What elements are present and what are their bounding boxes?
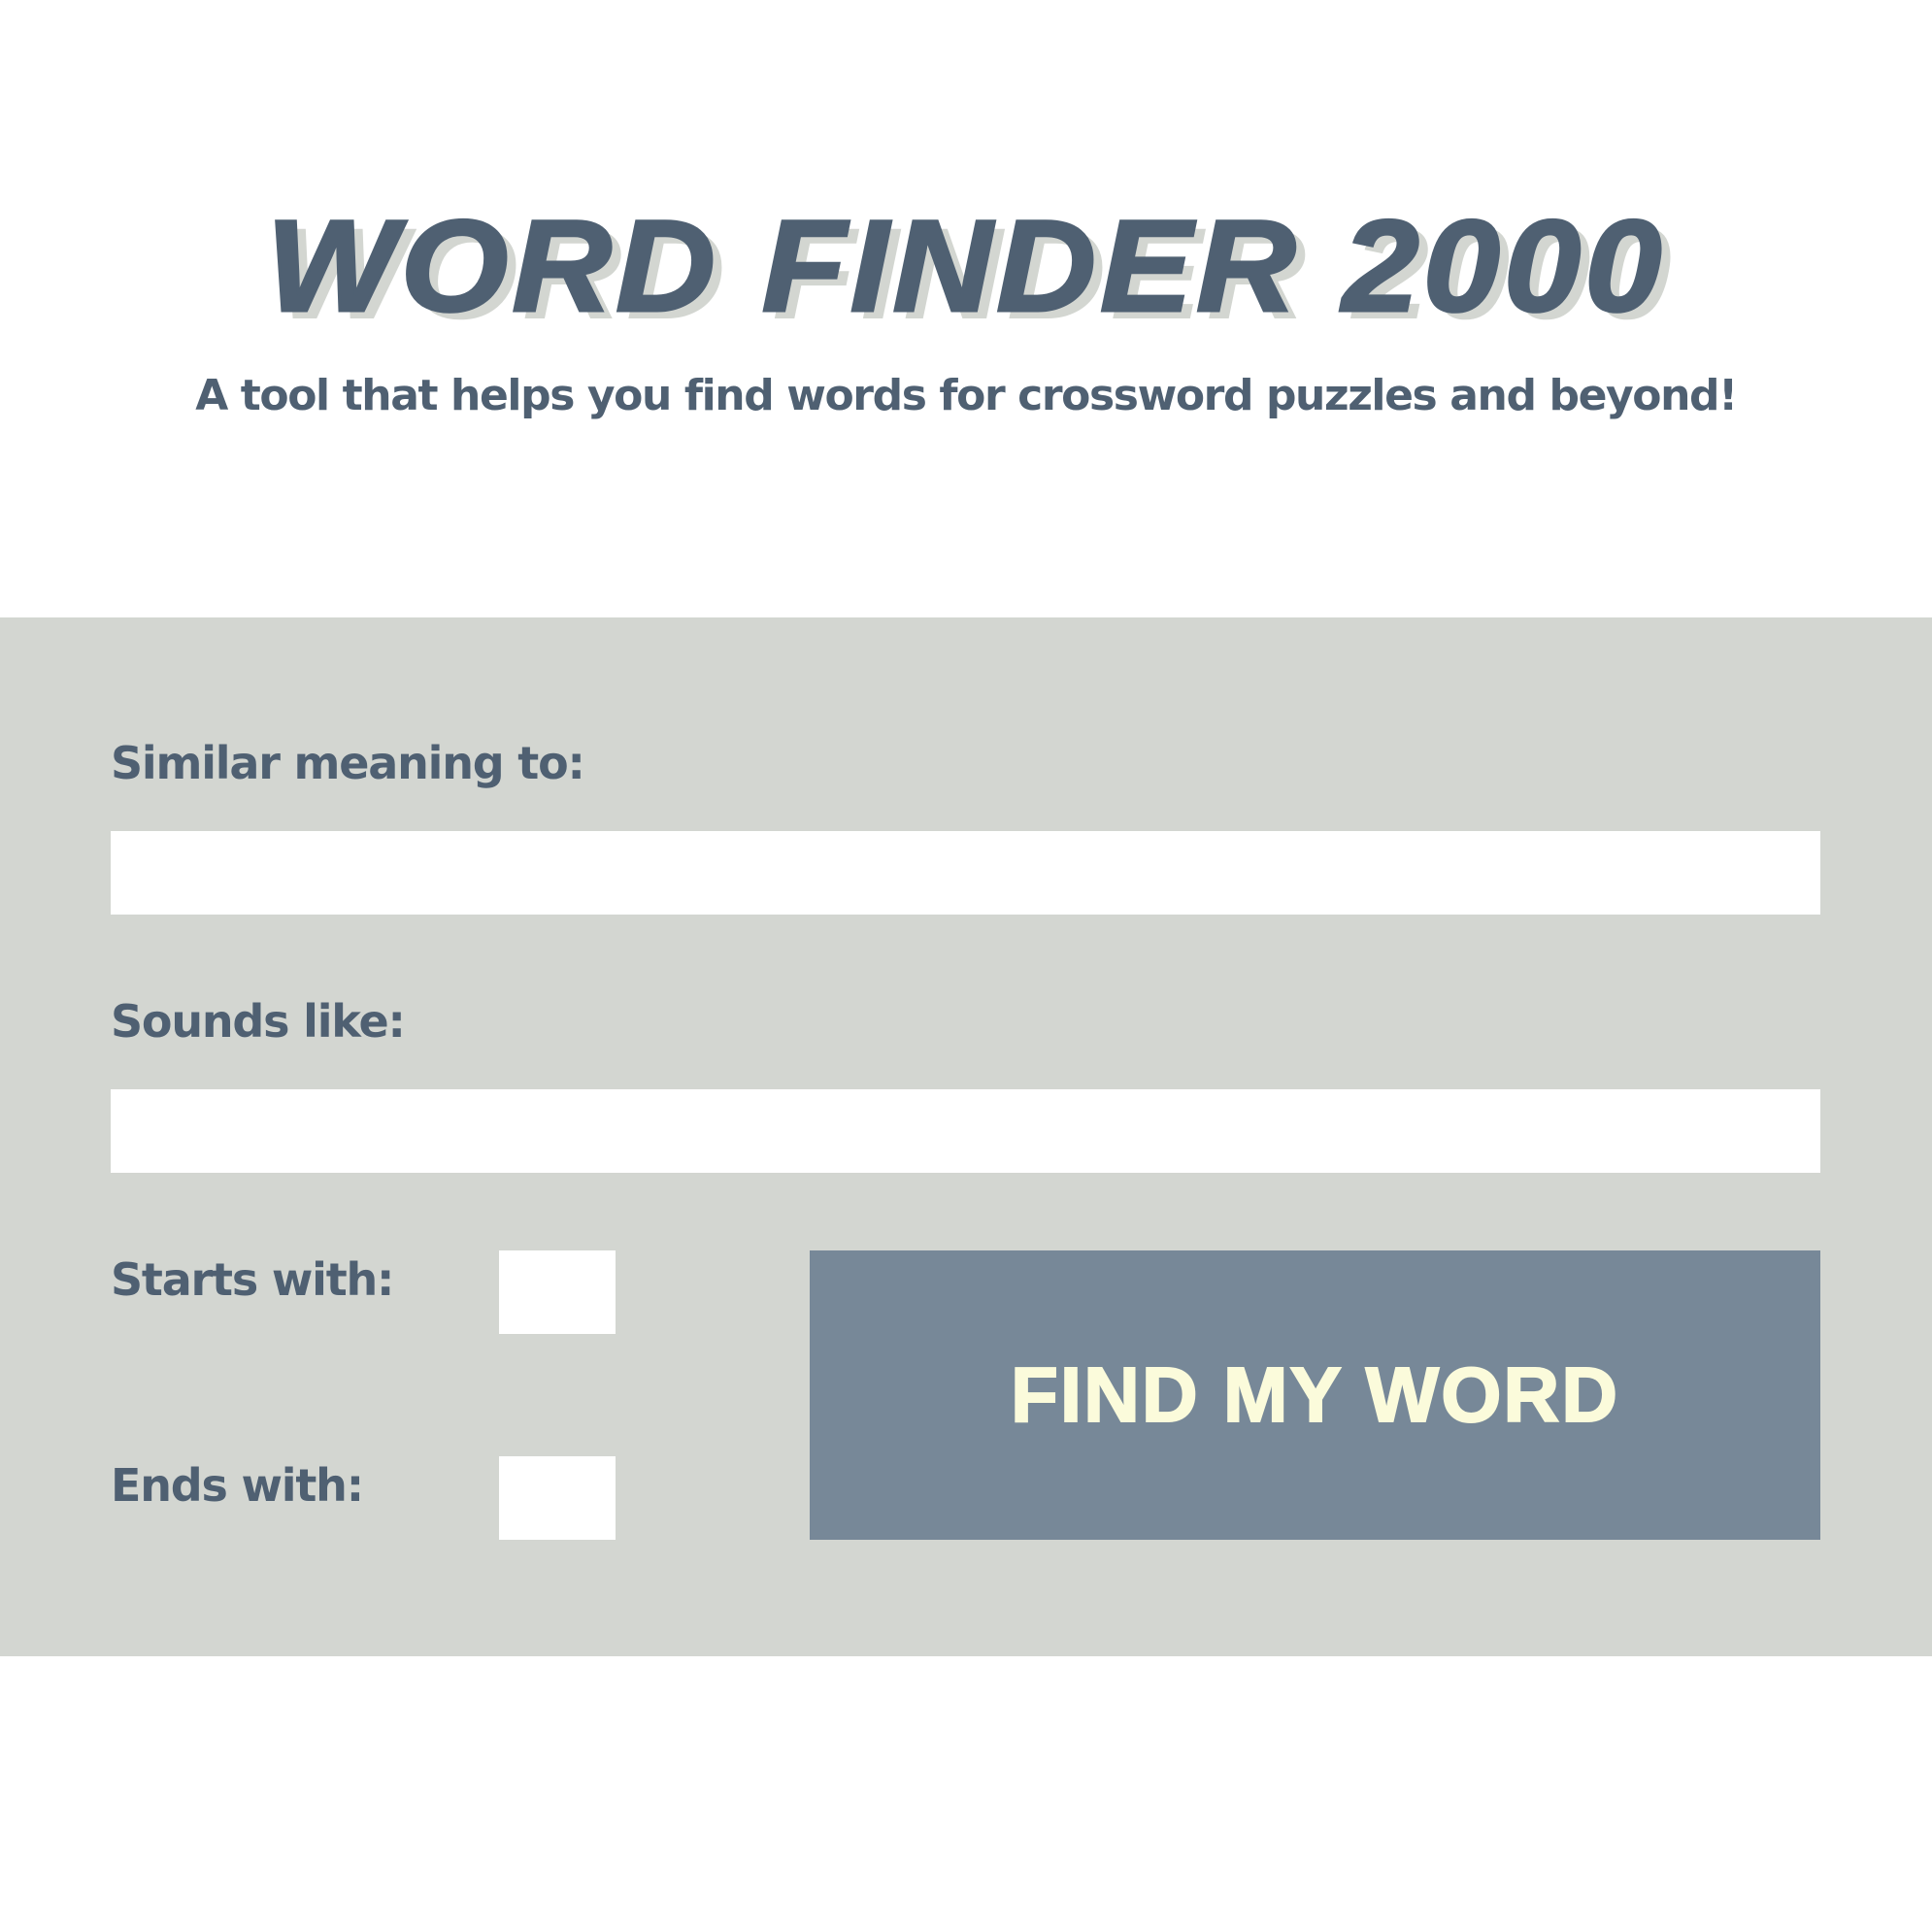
similar-meaning-input[interactable] xyxy=(111,831,1820,915)
sounds-like-label: Sounds like: xyxy=(111,995,406,1048)
page-subtitle: A tool that helps you find words for cro… xyxy=(195,371,1738,420)
similar-meaning-label: Similar meaning to: xyxy=(111,737,585,789)
page-header: WORD FINDER 2000 A tool that helps you f… xyxy=(0,0,1932,617)
page-footer-space xyxy=(0,1656,1932,1932)
find-my-word-button[interactable]: FIND MY WORD xyxy=(810,1250,1820,1540)
word-finder-form: Similar meaning to: Sounds like: Starts … xyxy=(0,617,1932,1656)
starts-with-input[interactable] xyxy=(499,1250,616,1334)
sounds-like-input[interactable] xyxy=(111,1089,1820,1173)
page-title: WORD FINDER 2000 xyxy=(265,193,1666,341)
starts-with-label: Starts with: xyxy=(111,1253,394,1306)
ends-with-label: Ends with: xyxy=(111,1459,364,1512)
ends-with-input[interactable] xyxy=(499,1456,616,1540)
